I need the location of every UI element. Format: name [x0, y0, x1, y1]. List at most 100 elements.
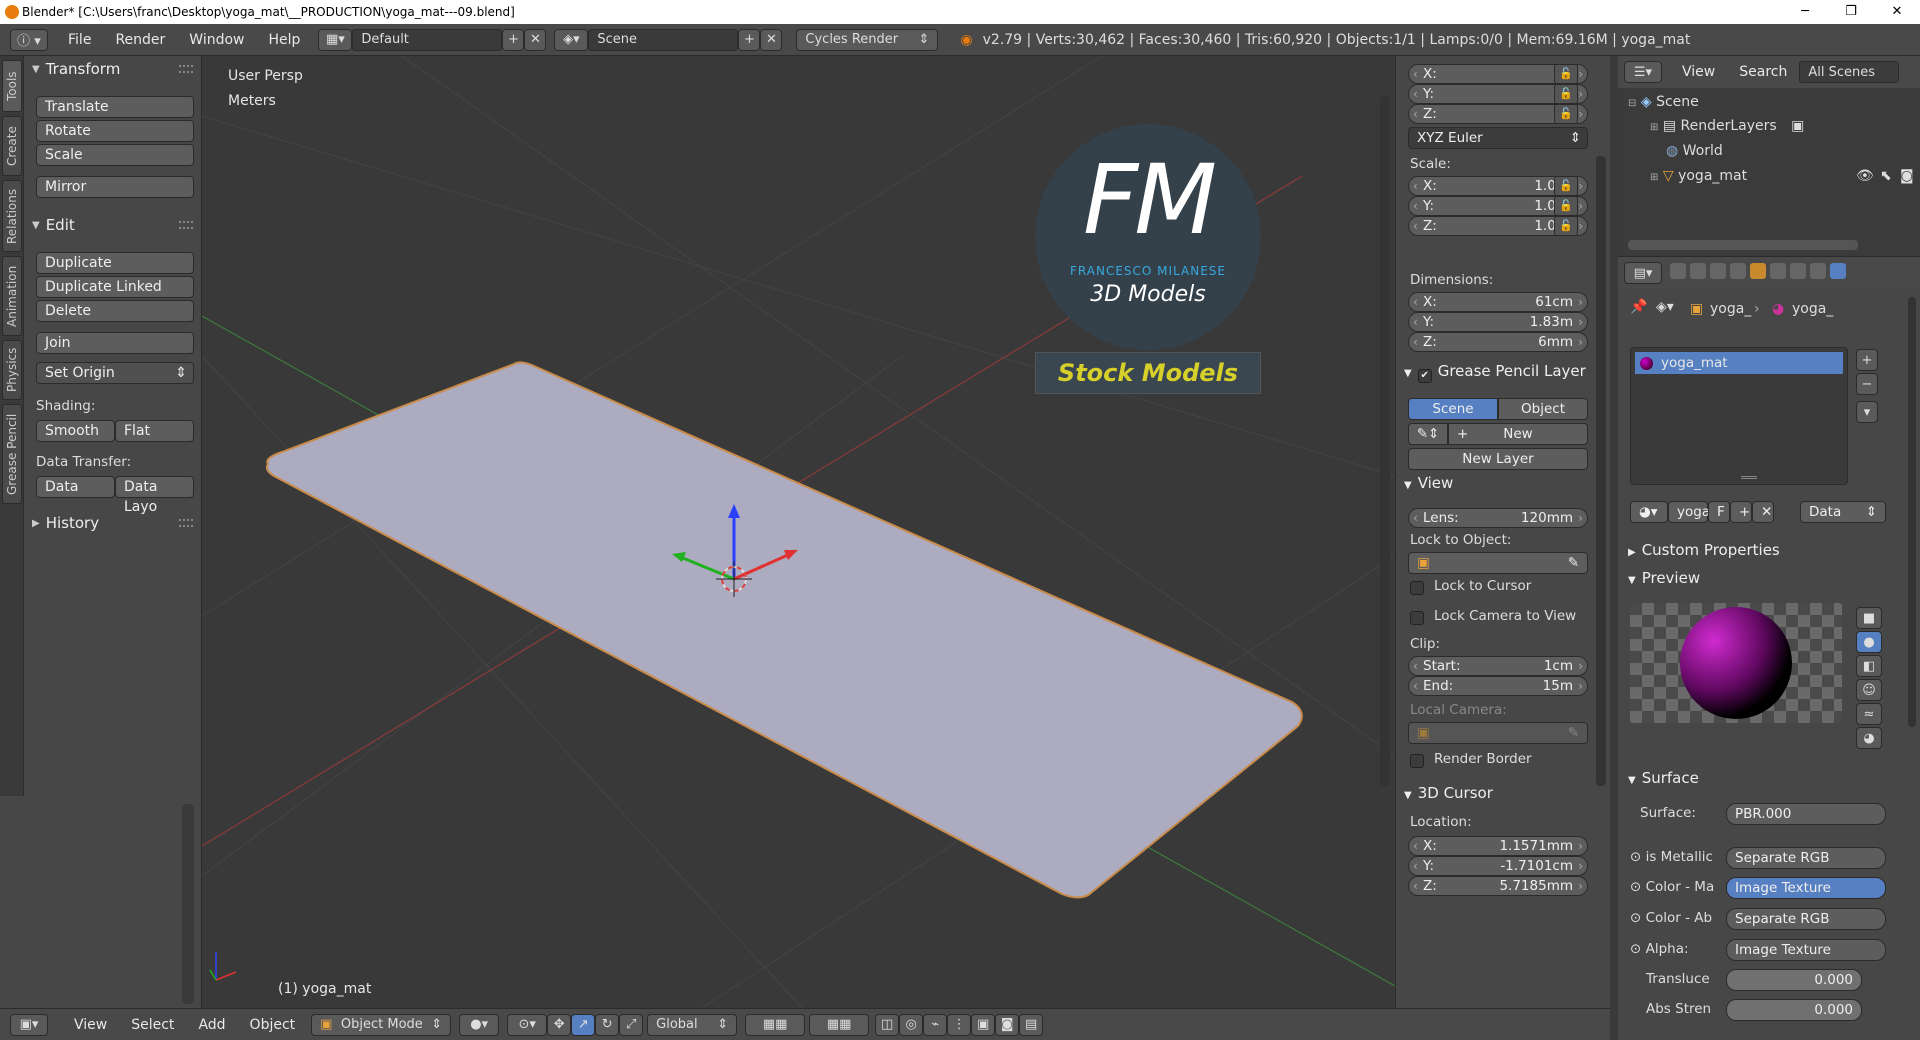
preview-sphere-icon[interactable]: ●	[1856, 631, 1882, 653]
mode-select[interactable]: ▣ Object Mode ⇕	[311, 1013, 452, 1036]
lens-field[interactable]: Lens:120mm	[1408, 508, 1588, 528]
pin-icon[interactable]: 📌	[1630, 299, 1647, 315]
scene-field[interactable]: Scene	[588, 28, 739, 51]
outliner-item-world[interactable]: ◍ World	[1666, 143, 1723, 159]
lock-to-cursor-checkbox[interactable]	[1410, 581, 1424, 595]
outliner-h-scrollbar[interactable]	[1628, 240, 1858, 250]
fake-user-button[interactable]: F	[1708, 501, 1730, 523]
3d-cursor-panel-header[interactable]: ▼ 3D Cursor	[1404, 784, 1493, 802]
local-camera-field[interactable]: ▣ ✎	[1408, 722, 1588, 744]
add-scene-icon[interactable]: +	[738, 28, 761, 51]
operator-scrollbar[interactable]	[182, 804, 194, 1004]
menu-file[interactable]: File	[56, 32, 103, 48]
drag-handle-icon[interactable]	[179, 519, 193, 527]
remove-slot-icon[interactable]: −	[1856, 373, 1878, 395]
menu-help[interactable]: Help	[256, 32, 312, 48]
surface-shader-field[interactable]: PBR.000	[1726, 803, 1886, 825]
drag-handle-icon[interactable]	[179, 65, 193, 73]
modifiers-wrench-icon[interactable]	[1788, 263, 1808, 283]
unlink-material-icon[interactable]: ✕	[1752, 501, 1774, 523]
alpha-input-field[interactable]: Image Texture	[1726, 939, 1886, 961]
set-origin-select[interactable]: Set Origin ⇕	[36, 362, 194, 384]
duplicate-button[interactable]: Duplicate	[36, 252, 194, 274]
lock-icon[interactable]: 🔓	[1554, 84, 1578, 104]
abs-stren-slider[interactable]: 0.000	[1726, 999, 1862, 1021]
tab-relations[interactable]: Relations	[2, 180, 22, 252]
duplicate-linked-button[interactable]: Duplicate Linked	[36, 276, 194, 298]
outliner-item-renderlayers[interactable]: ⊞ ▤ RenderLayers ▣	[1650, 118, 1804, 134]
transform-panel-header[interactable]: ▼ Transform	[32, 58, 120, 80]
render-camera-icon[interactable]: ◙	[1900, 168, 1914, 184]
layout-field[interactable]: Default	[352, 28, 503, 51]
edit-panel-header[interactable]: ▼ Edit	[32, 214, 75, 236]
clapper-icon[interactable]: ▤	[1019, 1013, 1044, 1036]
screen-layout-icon[interactable]: ▦▾	[318, 28, 353, 51]
clip-end-field[interactable]: End:15m	[1408, 676, 1588, 696]
dimension-x-field[interactable]: X:61cm	[1408, 292, 1588, 312]
lock-icon[interactable]: 🔓	[1554, 104, 1578, 124]
menu-object[interactable]: Object	[238, 1017, 308, 1033]
cursor-x-field[interactable]: X:1.1571mm	[1408, 836, 1588, 856]
dimension-z-field[interactable]: Z:6mm	[1408, 332, 1588, 352]
data-context-icon[interactable]	[1808, 263, 1828, 283]
opengl-render-icon[interactable]: ▣	[971, 1013, 996, 1036]
grease-object-tab[interactable]: Object	[1498, 398, 1588, 420]
remove-layout-icon[interactable]: ✕	[524, 28, 547, 51]
render-anim-icon[interactable]: ◙	[995, 1013, 1020, 1036]
constraints-icon[interactable]	[1768, 263, 1788, 283]
lock-layers-icon[interactable]: ◫	[875, 1013, 900, 1036]
editor-type-properties-icon[interactable]: ▤▾	[1624, 262, 1662, 284]
rotate-button[interactable]: Rotate	[36, 120, 194, 142]
material-context-icon[interactable]	[1828, 263, 1848, 283]
lock-icon[interactable]: 🔓	[1554, 64, 1578, 84]
flat-button[interactable]: Flat	[115, 420, 194, 442]
lock-camera-checkbox[interactable]	[1410, 611, 1424, 625]
menu-view[interactable]: View	[62, 1017, 119, 1033]
object-context-icon[interactable]	[1748, 263, 1768, 283]
viewport-n-scrollbar[interactable]	[1380, 96, 1390, 786]
remove-scene-icon[interactable]: ✕	[760, 28, 783, 51]
outliner-item-scene[interactable]: ⊟ ◈ Scene	[1628, 94, 1699, 110]
lock-icon[interactable]: 🔓	[1554, 196, 1578, 216]
preview-monkey-icon[interactable]: ☺	[1856, 679, 1882, 701]
scene-icon[interactable]: ◈▾	[554, 28, 589, 51]
tab-grease-pencil[interactable]: Grease Pencil	[2, 404, 22, 504]
preview-flat-icon[interactable]: ■	[1856, 607, 1882, 629]
grease-scene-tab[interactable]: Scene	[1408, 398, 1498, 420]
data-transfer-button[interactable]: Data	[36, 476, 115, 498]
smooth-button[interactable]: Smooth	[36, 420, 115, 442]
grease-pencil-panel-header[interactable]: ▼ ✔ Grease Pencil Layer	[1404, 362, 1586, 383]
render-context-icon[interactable]	[1668, 263, 1688, 283]
rotate-manip-icon[interactable]: ↻	[595, 1013, 620, 1036]
material-slot-item[interactable]: yoga_mat	[1635, 352, 1843, 374]
data-layout-button[interactable]: Data Layo	[115, 476, 194, 515]
manipulator-toggle-icon[interactable]: ✥	[547, 1013, 572, 1036]
translate-button[interactable]: Translate	[36, 96, 194, 118]
outliner-search-menu[interactable]: Search	[1727, 64, 1799, 80]
snap-icon[interactable]: ⌁	[923, 1013, 948, 1036]
tab-physics[interactable]: Physics	[2, 340, 22, 400]
outliner-scope-select[interactable]: All Scenes	[1799, 61, 1900, 83]
lock-object-field[interactable]: ▣ ✎	[1408, 552, 1588, 574]
layers2-icon[interactable]: ▦▦	[809, 1013, 870, 1036]
render-border-checkbox[interactable]	[1410, 754, 1424, 768]
tab-animation[interactable]: Animation	[2, 256, 22, 336]
select-cursor-icon[interactable]: ⬉	[1880, 168, 1892, 184]
cursor-z-field[interactable]: Z:5.7185mm	[1408, 876, 1588, 896]
outliner-view-menu[interactable]: View	[1670, 64, 1727, 80]
properties-scrollbar[interactable]	[1908, 297, 1916, 727]
orientation-select[interactable]: Global ⇕	[647, 1013, 738, 1036]
pencil-icon[interactable]: ✎⇕	[1408, 423, 1448, 445]
menu-select[interactable]: Select	[119, 1017, 186, 1033]
menu-render[interactable]: Render	[103, 32, 177, 48]
transluce-slider[interactable]: 0.000	[1726, 969, 1862, 991]
translate-manip-icon[interactable]: ↗	[571, 1013, 596, 1036]
surface-header[interactable]: ▼ Surface	[1628, 769, 1699, 787]
breadcrumb-object[interactable]: yoga_	[1710, 301, 1751, 317]
add-slot-icon[interactable]: +	[1856, 349, 1878, 371]
add-layout-icon[interactable]: +	[502, 28, 525, 51]
render-layers-icon[interactable]	[1688, 263, 1708, 283]
custom-properties-header[interactable]: ▶ Custom Properties	[1628, 541, 1780, 559]
lock-icon[interactable]: 🔓	[1554, 216, 1578, 236]
world-context-icon[interactable]	[1728, 263, 1748, 283]
